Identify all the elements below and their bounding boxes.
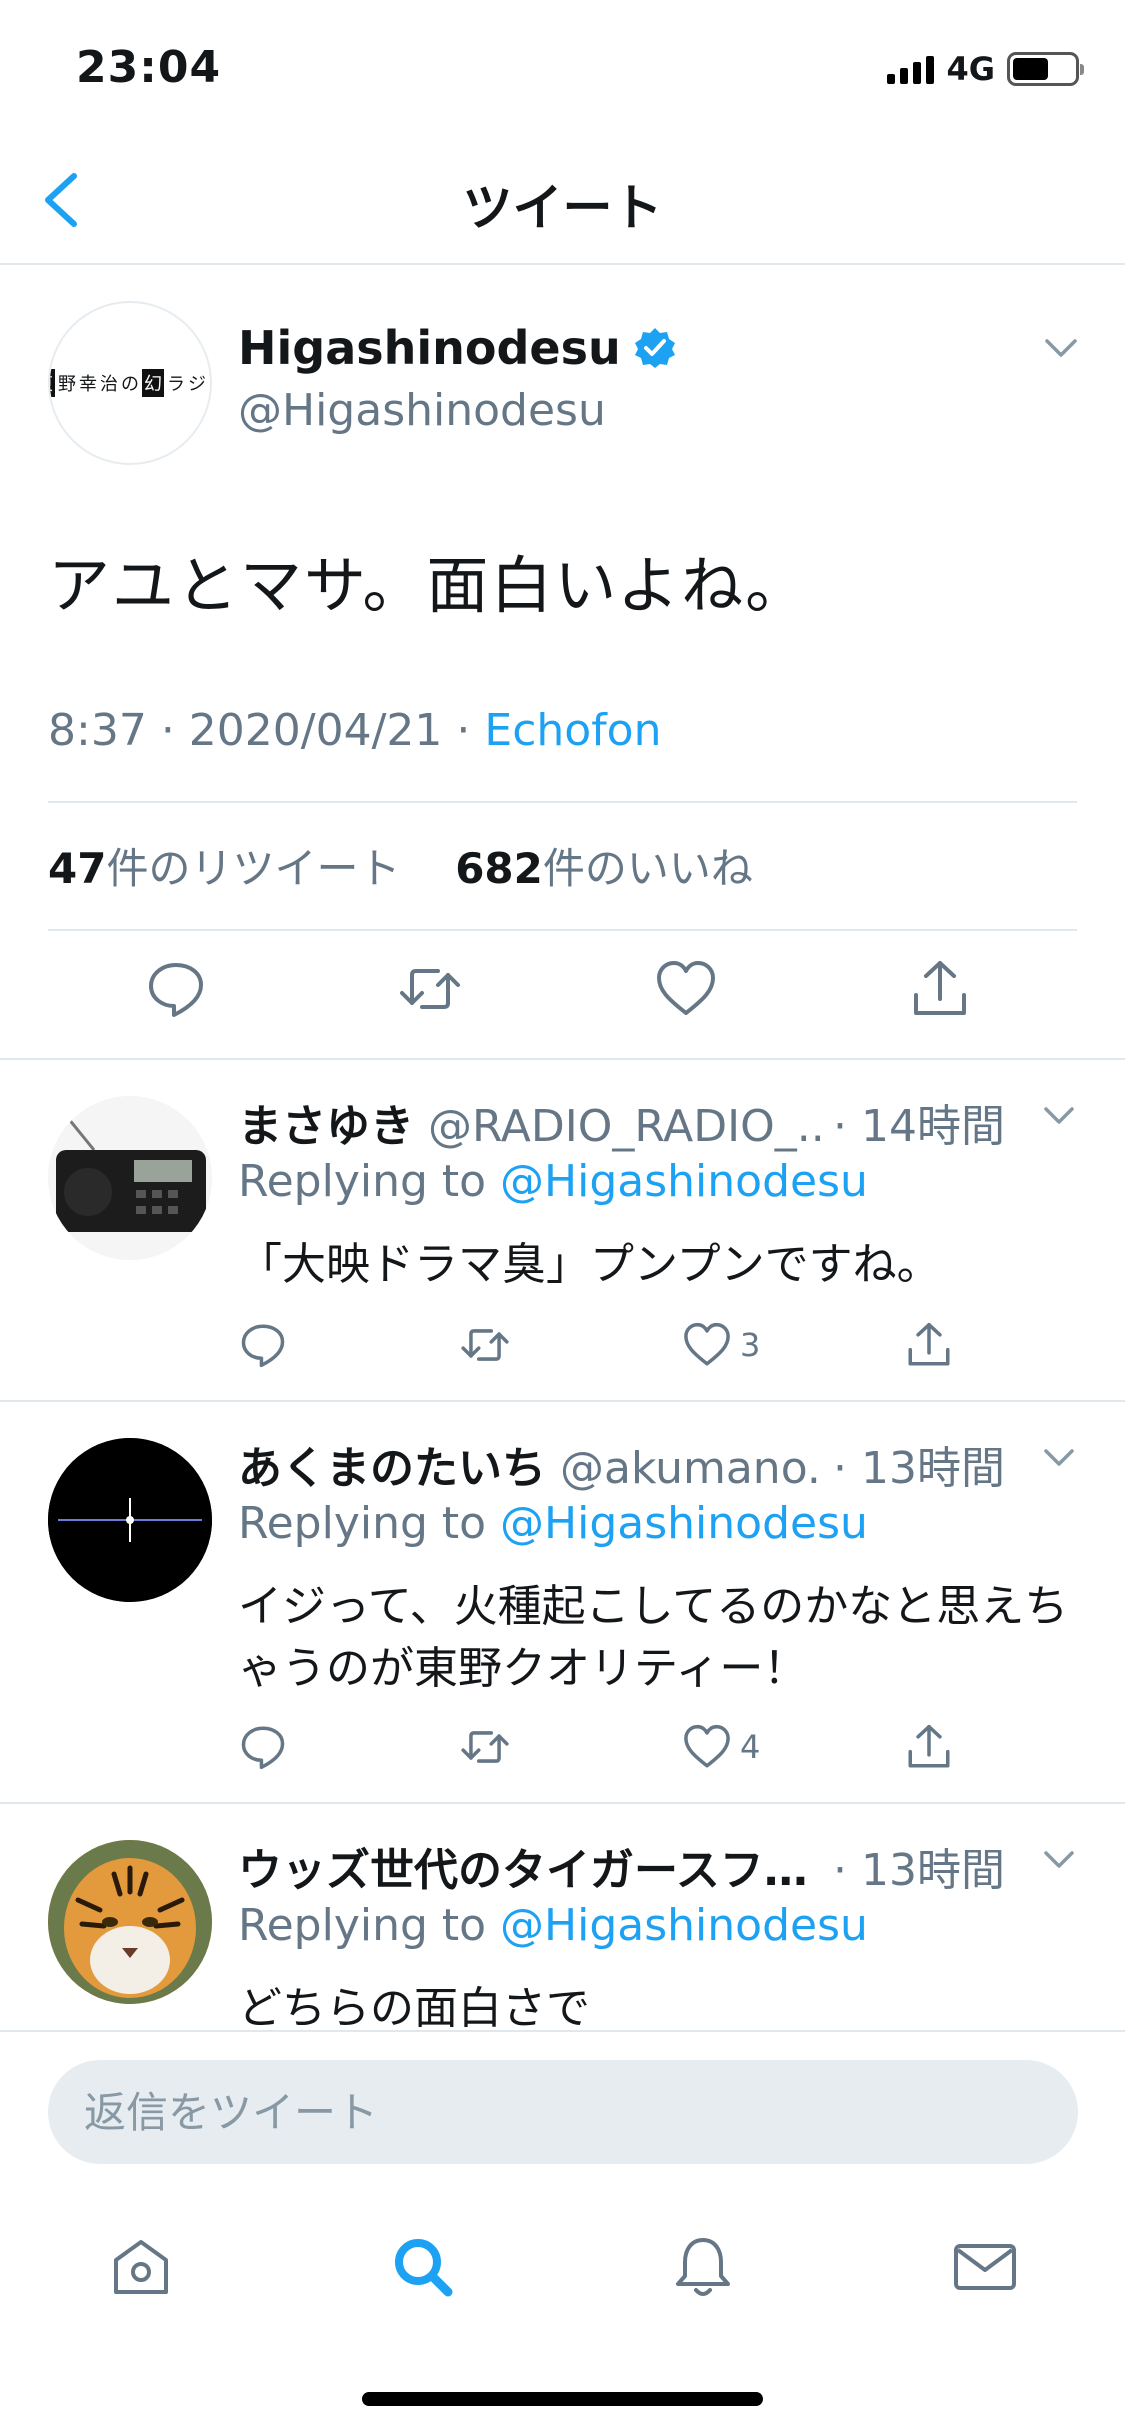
status-indicators: 4G (887, 50, 1084, 88)
avatar[interactable] (48, 1840, 212, 2004)
verified-badge-icon (634, 328, 675, 368)
reply-text: イジって、火種起こしてるのかなと思えちゃうのが東野クオリティー！ (238, 1581, 1069, 1694)
replying-to: Replying to @Higashinodesu (238, 1900, 868, 1951)
battery-icon (1007, 52, 1084, 86)
status-time: 23:04 (76, 42, 222, 93)
replying-prefix: Replying to (238, 1498, 501, 1549)
likes-stat[interactable]: 682件のいいね (455, 844, 753, 893)
replying-to: Replying to @Higashinodesu (238, 1498, 868, 1549)
tweet-stats: 47件のリツイート 682件のいいね (48, 835, 753, 896)
tweet-meta: 8:37 · 2020/04/21 · Echofon (48, 705, 662, 756)
replying-mention-link[interactable]: @Higashinodesu (500, 1498, 868, 1549)
messages-icon[interactable] (950, 2232, 1020, 2302)
retweet-icon (461, 1731, 509, 1763)
reply-header: まさゆき @RADIO_RADIO_... · 14時間 (238, 1090, 1077, 1154)
likes-label: 件のいいね (542, 844, 753, 893)
bottom-bar (0, 2030, 1125, 2436)
star-avatar-image (48, 1438, 212, 1602)
author-name[interactable]: Higashinodesu (238, 321, 677, 375)
retweet-button[interactable] (460, 1722, 510, 1772)
like-button[interactable]: 4 (682, 1722, 760, 1772)
replying-prefix: Replying to (238, 1900, 501, 1951)
reply-actions: 4 (238, 1722, 1018, 1782)
retweets-stat[interactable]: 47件のリツイート (48, 844, 400, 893)
replying-prefix: Replying to (238, 1156, 501, 1207)
reply-actions: 3 (238, 1320, 1018, 1380)
share-button[interactable] (904, 1722, 954, 1772)
reply-input[interactable] (48, 2060, 1078, 2164)
like-icon (684, 1322, 730, 1366)
chevron-down-icon[interactable] (1041, 1102, 1077, 1130)
reply-author-name[interactable]: あくまのたいち (238, 1443, 546, 1494)
reply-author-handle[interactable]: @RADIO_RADIO_... (428, 1101, 839, 1152)
reply-icon (241, 1324, 285, 1368)
chevron-down-icon[interactable] (1041, 1846, 1077, 1874)
reply-composer[interactable] (48, 2060, 1078, 2164)
tweet-date: 2020/04/21 (188, 705, 443, 756)
share-icon[interactable] (908, 957, 972, 1021)
tweet-time: 8:37 (48, 705, 147, 756)
notifications-icon[interactable] (668, 2232, 738, 2302)
retweet-icon (461, 1329, 509, 1361)
reply-tweet[interactable]: まさゆき @RADIO_RADIO_... · 14時間 Replying to… (0, 1060, 1125, 1400)
reply-header: ウッズ世代のタイガースフ… · 13時間 (238, 1834, 1077, 1898)
tiger-avatar-image (48, 1840, 212, 2004)
like-count: 3 (740, 1326, 761, 1364)
home-icon[interactable] (106, 2232, 176, 2302)
reply-time: · 14時間 (823, 1090, 1005, 1154)
avatar[interactable] (48, 1096, 212, 1260)
search-icon[interactable] (388, 2232, 458, 2302)
divider (48, 801, 1077, 803)
like-icon[interactable] (654, 957, 718, 1021)
signal-icon (887, 54, 935, 84)
share-icon (908, 1724, 950, 1768)
reply-icon (241, 1726, 285, 1770)
chevron-down-icon[interactable] (1041, 1444, 1077, 1472)
avatar-logo: 東野幸治の幻ラジオ (50, 369, 210, 397)
tweet-text: アユとマサ。面白いよね。 (48, 549, 810, 622)
avatar[interactable] (48, 1438, 212, 1602)
share-button[interactable] (904, 1320, 954, 1370)
avatar[interactable]: 東野幸治の幻ラジオ (48, 301, 212, 465)
like-button[interactable]: 3 (682, 1320, 760, 1370)
nav-bar: ツイート (0, 132, 1125, 265)
radio-avatar-image (48, 1096, 212, 1260)
reply-time: · 13時間 (823, 1834, 1005, 1898)
replying-mention-link[interactable]: @Higashinodesu (500, 1156, 868, 1207)
reply-icon[interactable] (144, 957, 208, 1021)
reply-author-handle[interactable]: @akumano... (560, 1443, 849, 1494)
page-title: ツイート (462, 179, 663, 237)
retweets-label: 件のリツイート (106, 844, 401, 893)
share-icon (908, 1322, 950, 1366)
replying-to: Replying to @Higashinodesu (238, 1156, 868, 1207)
network-type: 4G (946, 50, 995, 88)
reply-text: どちらの面白さで (238, 1983, 590, 2030)
replying-mention-link[interactable]: @Higashinodesu (500, 1900, 868, 1951)
reply-author-name[interactable]: ウッズ世代のタイガースフ… (238, 1845, 808, 1896)
reply-button[interactable] (238, 1722, 288, 1772)
reply-text: 「大映ドラマ臭」プンプンですね。 (238, 1239, 941, 1290)
like-icon (684, 1724, 730, 1768)
retweets-count: 47 (48, 844, 107, 893)
reply-header: あくまのたいち @akumano... · 13時間 (238, 1432, 1077, 1496)
reply-button[interactable] (238, 1320, 288, 1370)
reply-author-name[interactable]: まさゆき (238, 1101, 414, 1152)
reply-tweet[interactable]: あくまのたいち @akumano... · 13時間 Replying to @… (0, 1402, 1125, 1802)
like-count: 4 (740, 1728, 761, 1766)
status-bar: 23:04 4G (0, 0, 1125, 132)
home-indicator[interactable] (362, 2392, 763, 2406)
author-display-name[interactable]: Higashinodesu (238, 321, 621, 375)
retweet-button[interactable] (460, 1320, 510, 1370)
reply-time: · 13時間 (823, 1432, 1005, 1496)
chevron-down-icon[interactable] (1041, 333, 1081, 363)
tweet-source-link[interactable]: Echofon (484, 705, 661, 756)
retweet-icon[interactable] (398, 957, 462, 1021)
author-handle[interactable]: @Higashinodesu (238, 385, 606, 436)
tab-bar (0, 2212, 1125, 2332)
tweet-actions (0, 925, 1125, 1055)
reply-tweet[interactable]: ウッズ世代のタイガースフ… · 13時間 Replying to @Higash… (0, 1804, 1125, 2030)
likes-count: 682 (455, 844, 543, 893)
